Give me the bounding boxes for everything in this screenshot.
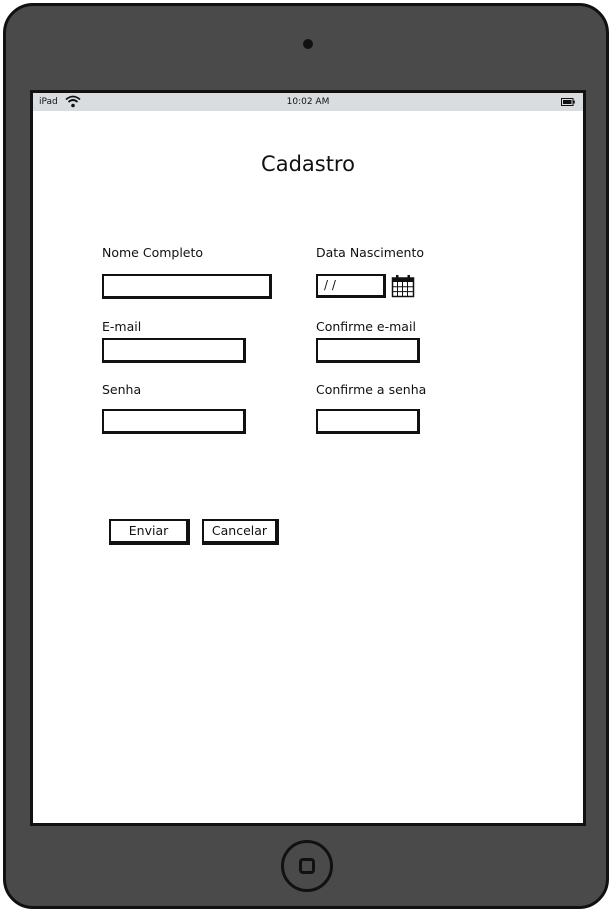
data-nascimento-input[interactable]: / / [316, 274, 386, 298]
screen: iPad 10:02 AM Cadastro Nome Completo Dat… [30, 90, 586, 826]
enviar-button[interactable]: Enviar [109, 519, 190, 545]
battery-icon [561, 98, 575, 106]
nome-completo-label: Nome Completo [102, 245, 204, 260]
status-time: 10:02 AM [286, 97, 330, 107]
email-input[interactable] [102, 338, 246, 363]
senha-input[interactable] [102, 409, 246, 434]
cancelar-button[interactable]: Cancelar [202, 519, 279, 545]
camera-icon [303, 39, 313, 49]
confirme-senha-label: Confirme a senha [316, 382, 427, 397]
senha-label: Senha [102, 382, 142, 397]
home-button-icon[interactable] [281, 840, 333, 892]
email-label: E-mail [102, 319, 142, 334]
calendar-icon[interactable] [391, 274, 415, 298]
confirme-email-label: Confirme e-mail [316, 319, 416, 334]
data-nascimento-label: Data Nascimento [316, 245, 425, 260]
nome-completo-input[interactable] [102, 274, 272, 299]
status-bar: iPad 10:02 AM [33, 93, 583, 111]
confirme-senha-input[interactable] [316, 409, 420, 434]
confirme-email-input[interactable] [316, 338, 420, 363]
home-square-icon [299, 858, 315, 874]
page-title: Cadastro [261, 152, 355, 176]
